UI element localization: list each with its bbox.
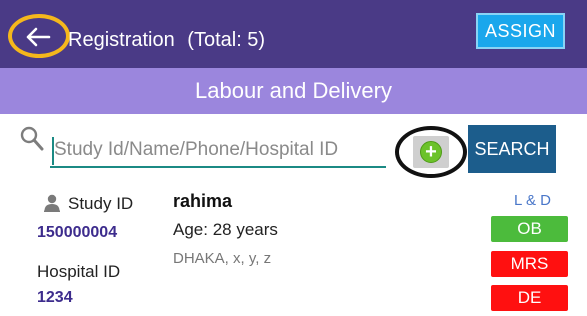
study-id-label: Study ID — [68, 194, 134, 213]
add-button[interactable]: + — [395, 126, 467, 178]
add-icon: + — [420, 141, 442, 163]
hospital-id-value: 1234 — [37, 289, 73, 306]
search-icon — [20, 126, 44, 151]
add-button-face: + — [413, 136, 449, 168]
mrs-badge[interactable]: MRS — [491, 251, 568, 277]
section-title: Labour and Delivery — [195, 78, 392, 103]
text-cursor — [52, 137, 54, 165]
back-button[interactable] — [8, 14, 70, 58]
assign-button[interactable]: ASSIGN — [476, 13, 565, 49]
patient-list-item[interactable]: Study ID 150000004 Hospital ID 1234 rahi… — [0, 184, 587, 316]
patient-name: rahima — [173, 191, 233, 211]
total-count: (Total: 5) — [187, 29, 266, 51]
section-header: Labour and Delivery — [0, 68, 587, 114]
person-icon — [44, 194, 60, 212]
back-arrow-icon — [26, 27, 51, 47]
patient-age: Age: 28 years — [173, 220, 278, 239]
section-tag: L & D — [514, 192, 551, 209]
study-id-value: 150000004 — [37, 224, 118, 241]
de-badge[interactable]: DE — [491, 285, 568, 311]
patient-location: DHAKA, x, y, z — [173, 250, 272, 267]
search-button[interactable]: SEARCH — [468, 125, 556, 173]
title-text: Registration — [68, 29, 175, 51]
hospital-id-label: Hospital ID — [37, 262, 121, 281]
page-title: Registration (Total: 5) — [68, 27, 265, 53]
search-bar: + SEARCH — [0, 114, 587, 184]
search-input[interactable] — [50, 134, 386, 168]
ob-badge[interactable]: OB — [491, 216, 568, 242]
app-bar: Registration (Total: 5) ASSIGN — [0, 0, 587, 68]
